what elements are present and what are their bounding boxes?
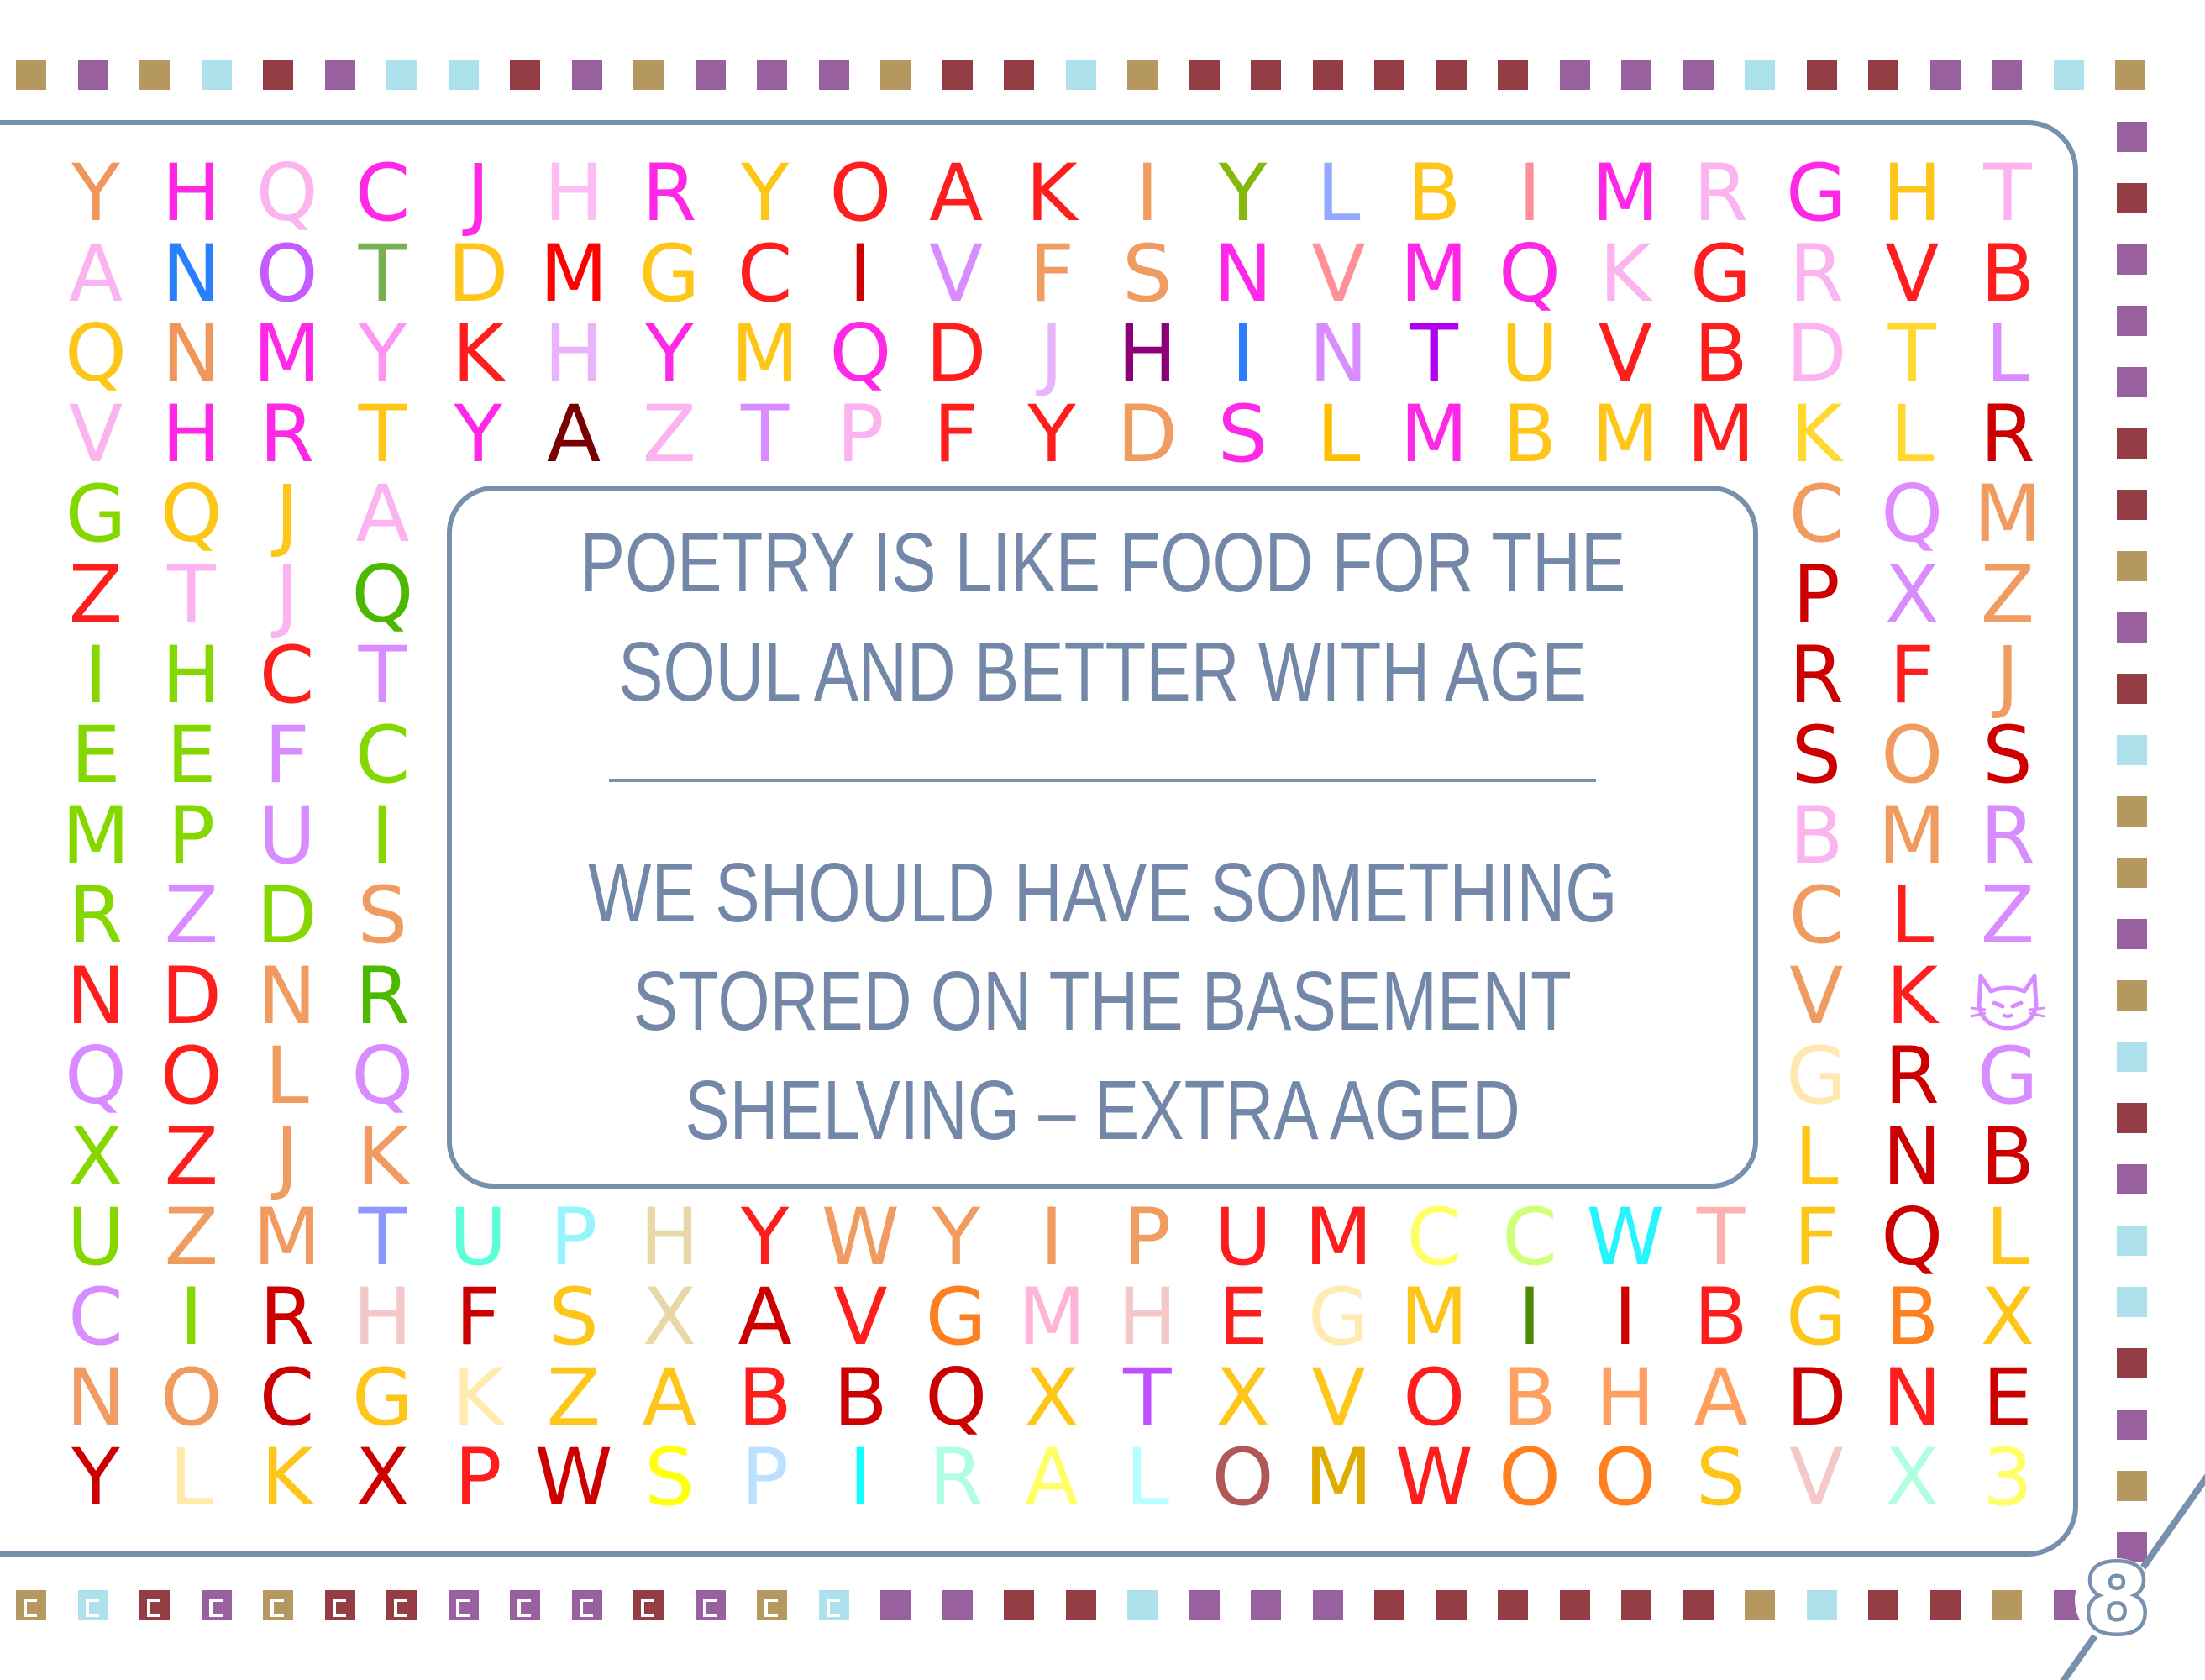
page-number-badge: 8 [2060, 1473, 2205, 1680]
page-number: 8 [2085, 1546, 2150, 1653]
